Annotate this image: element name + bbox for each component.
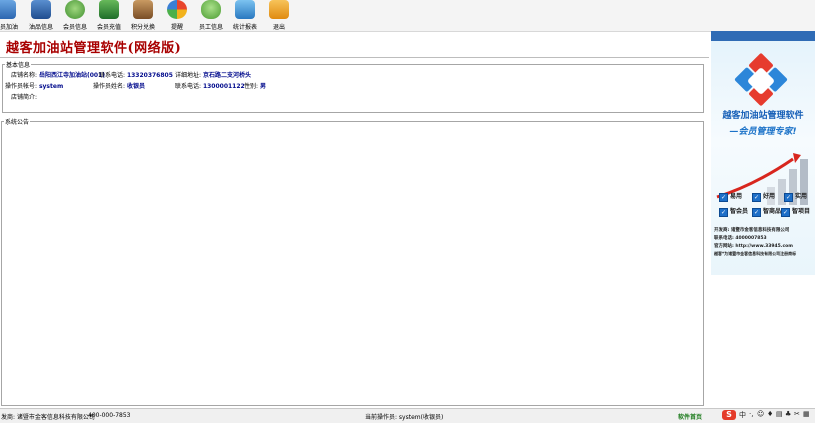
ad-banner[interactable]: 越客加油站管理软件 —会员管理专家! ✓ 易用 ✓ 好用 ✓ 实用 ✓ 智会员 ✓ 智商品… <box>711 31 815 275</box>
title-divider <box>0 57 709 58</box>
toolbar-button-report[interactable]: 统计报表 <box>229 0 261 31</box>
toolbar-button-member-fuel[interactable]: 会员加油 <box>0 0 22 31</box>
store-name-label: 店铺名称: <box>11 72 38 79</box>
software-home-link[interactable]: 软件首页 <box>678 412 702 421</box>
fuel-icon <box>0 0 16 19</box>
ad-check-3: ✓ 实用 <box>784 193 808 202</box>
input-s-icon[interactable]: S <box>722 410 736 420</box>
ad-website: 官方网站: http://www.33945.com <box>714 244 793 249</box>
ad-phone: 联系电话: 4000007853 <box>714 236 767 241</box>
operator-phone-row: 联系电话: 1300001122 <box>175 81 245 90</box>
toolbar-button-reminder[interactable]: 提醒 <box>161 0 193 31</box>
app-title: 越客加油站管理软件(网络版) <box>6 41 182 56</box>
gender-label: 性别: <box>244 83 259 90</box>
tools-icon[interactable]: ✂ <box>794 410 800 420</box>
status-bar: 发商: 诸暨市金客信息科技有限公司 400-000-7853 当前操作员: sy… <box>0 408 815 423</box>
ad-developer: 开发商: 诸暨市金客信息科技有限公司 <box>714 228 790 233</box>
operator-name-row: 操作员姓名: 收银员 <box>93 81 145 90</box>
ad-slogan: —会员管理专家! <box>729 127 797 137</box>
ad-check-5: ✓ 智商品 <box>752 208 782 217</box>
report-icon <box>235 0 255 19</box>
recharge-icon <box>99 0 119 19</box>
oil-info-icon <box>31 0 51 19</box>
ad-top-strip <box>711 31 815 41</box>
operator-id-label: 操作员帐号: <box>5 83 38 90</box>
store-intro-label: 店铺简介: <box>11 94 38 101</box>
ad-check-2: ✓ 好用 <box>752 193 776 202</box>
address-label: 详细地址: <box>175 72 202 79</box>
address-row: 详细地址: 京石路二支河桥头 <box>175 70 251 79</box>
store-phone-row: 联系电话: 13320376805 <box>99 70 173 79</box>
ad-trademark: 越客*为诸暨市金客信息科技有限公司注册商标 <box>714 251 797 256</box>
operator-name-value: 收银员 <box>126 83 145 90</box>
main-toolbar: 会员加油 油品信息 会员信息 会员充值 积分兑换 提醒 员工信息 统计报表 退出 <box>0 0 815 32</box>
keyboard-icon[interactable]: ▤ <box>776 410 783 420</box>
toolbar-button-oil-info[interactable]: 油品信息 <box>25 0 57 31</box>
toolbar-button-points-exchange[interactable]: 积分兑换 <box>127 0 159 31</box>
system-notice-legend: 系统公告 <box>4 117 31 126</box>
chinese-icon[interactable]: 中 <box>739 410 746 420</box>
mic-icon[interactable]: ♦ <box>767 410 773 420</box>
store-intro-row: 店铺简介: <box>11 92 37 101</box>
address-value: 京石路二支河桥头 <box>202 72 251 79</box>
toolbar-button-staff-info[interactable]: 员工信息 <box>195 0 227 31</box>
grid-icon[interactable]: ▦ <box>803 410 810 420</box>
system-notice-panel[interactable]: 系统公告 <box>1 117 704 406</box>
status-phone: 400-000-7853 <box>88 412 131 419</box>
store-phone-value: 13320376805 <box>126 72 173 79</box>
ad-title: 越客加油站管理软件 <box>722 111 804 121</box>
gender-row: 性别: 男 <box>244 81 266 90</box>
store-name-value: 岳阳西江寺加油站(001) <box>38 72 105 79</box>
ad-check-1: ✓ 易用 <box>719 193 743 202</box>
staff-icon <box>201 0 221 19</box>
basic-info-legend: 基本信息 <box>5 60 32 69</box>
operator-name-label: 操作员姓名: <box>93 83 126 90</box>
operator-id-value: system <box>38 83 64 90</box>
ad-check-4: ✓ 智会员 <box>719 208 749 217</box>
basic-info-panel: 基本信息 店铺名称: 岳阳西江寺加油站(001) 联系电话: 133203768… <box>2 60 704 113</box>
emoji-icon[interactable]: ☺ <box>757 410 764 420</box>
member-icon <box>65 0 85 19</box>
toolbar-button-member-info[interactable]: 会员信息 <box>59 0 91 31</box>
ad-check-6: ✓ 智项目 <box>781 208 811 217</box>
points-icon <box>133 0 153 19</box>
app-logo-icon <box>733 52 790 110</box>
toolbar-button-exit[interactable]: 退出 <box>263 0 295 31</box>
operator-phone-value: 1300001122 <box>202 83 245 90</box>
operator-id-row: 操作员帐号: system <box>5 81 63 90</box>
skin-icon[interactable]: ♣ <box>785 410 791 420</box>
gender-value: 男 <box>259 83 266 90</box>
store-phone-label: 联系电话: <box>99 72 126 79</box>
status-current-operator: 当前操作员: system(收银员) <box>365 414 444 421</box>
punctuation-icon[interactable]: ·, <box>749 410 753 420</box>
toolbar-button-member-recharge[interactable]: 会员充值 <box>93 0 125 31</box>
operator-phone-label: 联系电话: <box>175 83 202 90</box>
status-developer: 发商: 诸暨市金客信息科技有限公司 <box>1 414 95 421</box>
reminder-icon <box>167 0 187 19</box>
exit-icon <box>269 0 289 19</box>
store-name-row: 店铺名称: 岳阳西江寺加油站(001) <box>11 70 105 79</box>
